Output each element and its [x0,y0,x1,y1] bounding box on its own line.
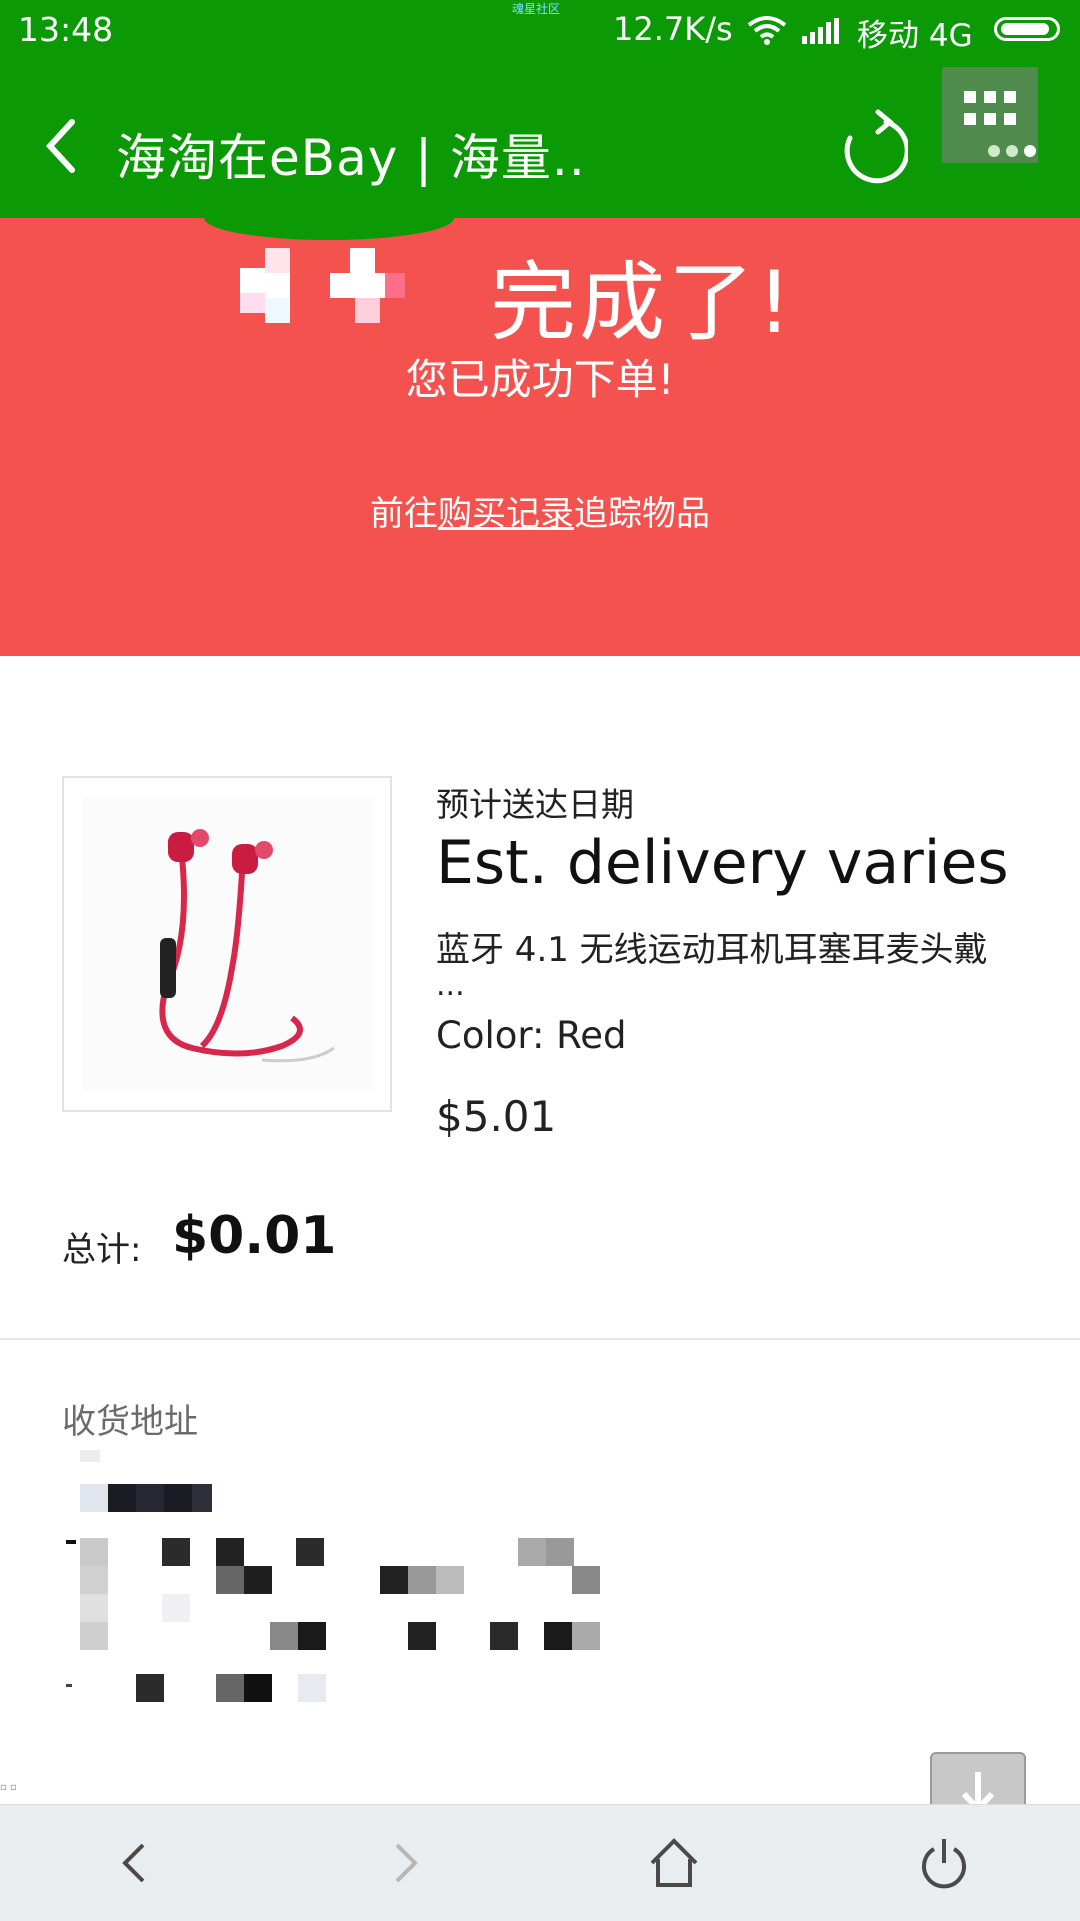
network-speed: 12.7K/s [613,10,733,48]
status-bar: 13:48 魂星社区 12.7K/s 移动 4G [0,0,1080,62]
cell-signal-icon [802,18,839,44]
home-icon[interactable] [644,1833,704,1893]
back-chevron-icon[interactable] [42,116,82,176]
back-arrow-icon[interactable] [105,1833,165,1893]
blurred-address-mosaic [66,1450,600,1702]
purchase-history-link[interactable]: 购买记录 [438,494,574,534]
track-prefix: 前往 [370,494,438,534]
banner-decoration [204,218,454,240]
banner-title: 完成了! [490,253,795,353]
carrier-label: 移动 4G [857,18,973,54]
item-price: $5.01 [436,1092,557,1141]
wifi-icon [747,16,787,45]
notification-text: 魂星社区 [512,2,561,16]
delivery-date-value: Est. delivery varies [436,828,1009,898]
item-thumbnail[interactable] [62,776,392,1112]
red-earphones-image [82,798,372,1090]
forward-arrow-icon[interactable] [375,1833,435,1893]
battery-icon [994,17,1060,41]
total-value: $0.01 [172,1206,337,1266]
top-nav-bar: 海淘在eBay | 海量.. [0,62,1080,218]
section-divider [0,1338,1080,1340]
item-color: Color: Red [436,1014,627,1057]
power-icon[interactable] [914,1833,974,1893]
debug-marks: ▫ ▫ [0,1782,17,1793]
blurred-name-mosaic [240,248,405,323]
track-suffix: 追踪物品 [574,494,710,534]
order-success-banner: 完成了! 您已成功下单! 前往购买记录追踪物品 [0,218,1080,656]
banner-subtitle: 您已成功下单! [405,355,675,404]
item-title-ellipsis: ... [436,968,465,1003]
track-orders-line: 前往购买记录追踪物品 [0,486,1080,535]
page-indicator-dots [988,142,1042,161]
delivery-date-label: 预计送达日期 [436,785,634,824]
apps-grid-icon [964,91,1016,129]
total-label: 总计: [62,1230,142,1270]
browser-bottom-bar [0,1804,1080,1921]
refresh-icon[interactable] [836,108,908,184]
page-title: 海淘在eBay | 海量.. [116,129,586,187]
status-time: 13:48 [18,10,114,49]
shipping-address-label: 收货地址 [62,1402,198,1442]
item-title[interactable]: 蓝牙 4.1 无线运动耳机耳塞耳麦头戴 [436,922,988,971]
